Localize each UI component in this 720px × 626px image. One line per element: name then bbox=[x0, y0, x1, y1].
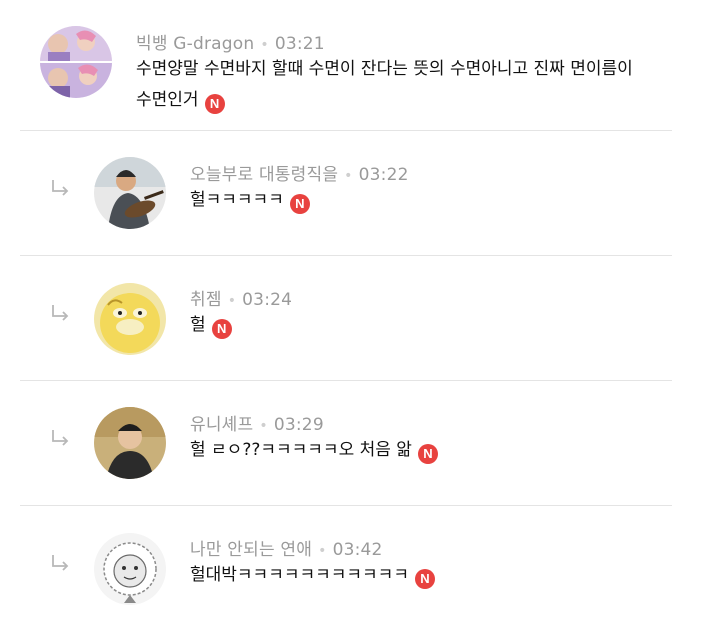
comment-text-line2: 수면인거 bbox=[136, 90, 199, 110]
author-name[interactable]: 오늘부로 대통령직을 bbox=[190, 165, 338, 185]
comment-meta: 나만 안되는 연애 • 03:42 bbox=[190, 535, 383, 560]
author-name[interactable]: 나만 안되는 연애 bbox=[190, 540, 312, 560]
reply-arrow-icon bbox=[52, 555, 69, 571]
comment-item: 오늘부로 대통령직을 • 03:22 헐ㅋㅋㅋㅋㅋ N bbox=[0, 131, 720, 255]
comment-list: 빅뱅 G-dragon • 03:21 수면양말 수면바지 할때 수면이 잔다는 뜻… bbox=[0, 0, 720, 626]
comment-item: 취젬 • 03:24 헐N bbox=[0, 256, 720, 380]
meta-separator: • bbox=[227, 293, 237, 309]
comment-text: 헐N bbox=[190, 310, 232, 341]
new-badge: N bbox=[289, 194, 310, 214]
comment-text-line: 헐 ㄹㅇ??ㅋㅋㅋㅋㅋ오 처음 앎 bbox=[190, 440, 412, 460]
comment-text: 헐 ㄹㅇ??ㅋㅋㅋㅋㅋ오 처음 앎N bbox=[190, 435, 438, 466]
reply-arrow-icon bbox=[52, 305, 69, 321]
meta-separator: • bbox=[318, 543, 327, 559]
avatar[interactable] bbox=[94, 407, 166, 479]
author-name[interactable]: 유니셰프 bbox=[190, 415, 253, 435]
comment-meta: 오늘부로 대통령직을 • 03:22 bbox=[190, 160, 409, 185]
comment-text: 수면양말 수면바지 할때 수면이 잔다는 뜻의 수면아니고 진짜 면이름이 수면… bbox=[136, 54, 633, 116]
comment-text: 헐ㅋㅋㅋㅋㅋ N bbox=[190, 185, 310, 216]
avatar[interactable] bbox=[94, 533, 166, 605]
comment-meta: 취젬 • 03:24 bbox=[190, 285, 292, 310]
comment-time: 03:29 bbox=[273, 415, 324, 435]
new-badge: N bbox=[211, 319, 232, 339]
meta-separator: • bbox=[259, 418, 268, 434]
comment-text-line: 헐ㅋㅋㅋㅋㅋ bbox=[190, 190, 284, 210]
comment-meta: 유니셰프 • 03:29 bbox=[190, 410, 324, 435]
avatar[interactable] bbox=[94, 157, 166, 229]
comment-time: 03:24 bbox=[242, 290, 293, 310]
new-badge: N bbox=[204, 94, 225, 114]
comment-time: 03:21 bbox=[274, 34, 325, 54]
new-badge: N bbox=[414, 569, 435, 589]
meta-separator: • bbox=[344, 168, 353, 184]
comment-text-line: 헐대박ㅋㅋㅋㅋㅋㅋㅋㅋㅋㅋㅋ bbox=[190, 565, 409, 585]
reply-arrow-icon bbox=[52, 430, 69, 446]
avatar[interactable] bbox=[94, 283, 166, 355]
comment-time: 03:22 bbox=[358, 165, 409, 185]
comment-text: 헐대박ㅋㅋㅋㅋㅋㅋㅋㅋㅋㅋㅋ N bbox=[190, 560, 435, 591]
new-badge: N bbox=[417, 444, 438, 464]
avatar[interactable] bbox=[40, 26, 112, 98]
comment-item: 나만 안되는 연애 • 03:42 헐대박ㅋㅋㅋㅋㅋㅋㅋㅋㅋㅋㅋ N bbox=[0, 506, 720, 626]
author-name[interactable]: 취젬 bbox=[190, 290, 222, 310]
comment-meta: 빅뱅 G-dragon • 03:21 bbox=[136, 29, 325, 54]
author-name[interactable]: 빅뱅 G-dragon bbox=[136, 34, 254, 54]
comment-text-line: 수면양말 수면바지 할때 수면이 잔다는 뜻의 수면아니고 진짜 면이름이 bbox=[136, 59, 633, 79]
comment-time: 03:42 bbox=[332, 540, 383, 560]
meta-separator: • bbox=[260, 37, 269, 53]
comment-text-line: 헐 bbox=[190, 315, 206, 335]
comment-item: 빅뱅 G-dragon • 03:21 수면양말 수면바지 할때 수면이 잔다는 뜻… bbox=[0, 0, 720, 130]
comment-item: 유니셰프 • 03:29 헐 ㄹㅇ??ㅋㅋㅋㅋㅋ오 처음 앎N bbox=[0, 381, 720, 505]
reply-arrow-icon bbox=[52, 180, 69, 196]
comment-text-line: 수면인거 N bbox=[136, 85, 633, 116]
